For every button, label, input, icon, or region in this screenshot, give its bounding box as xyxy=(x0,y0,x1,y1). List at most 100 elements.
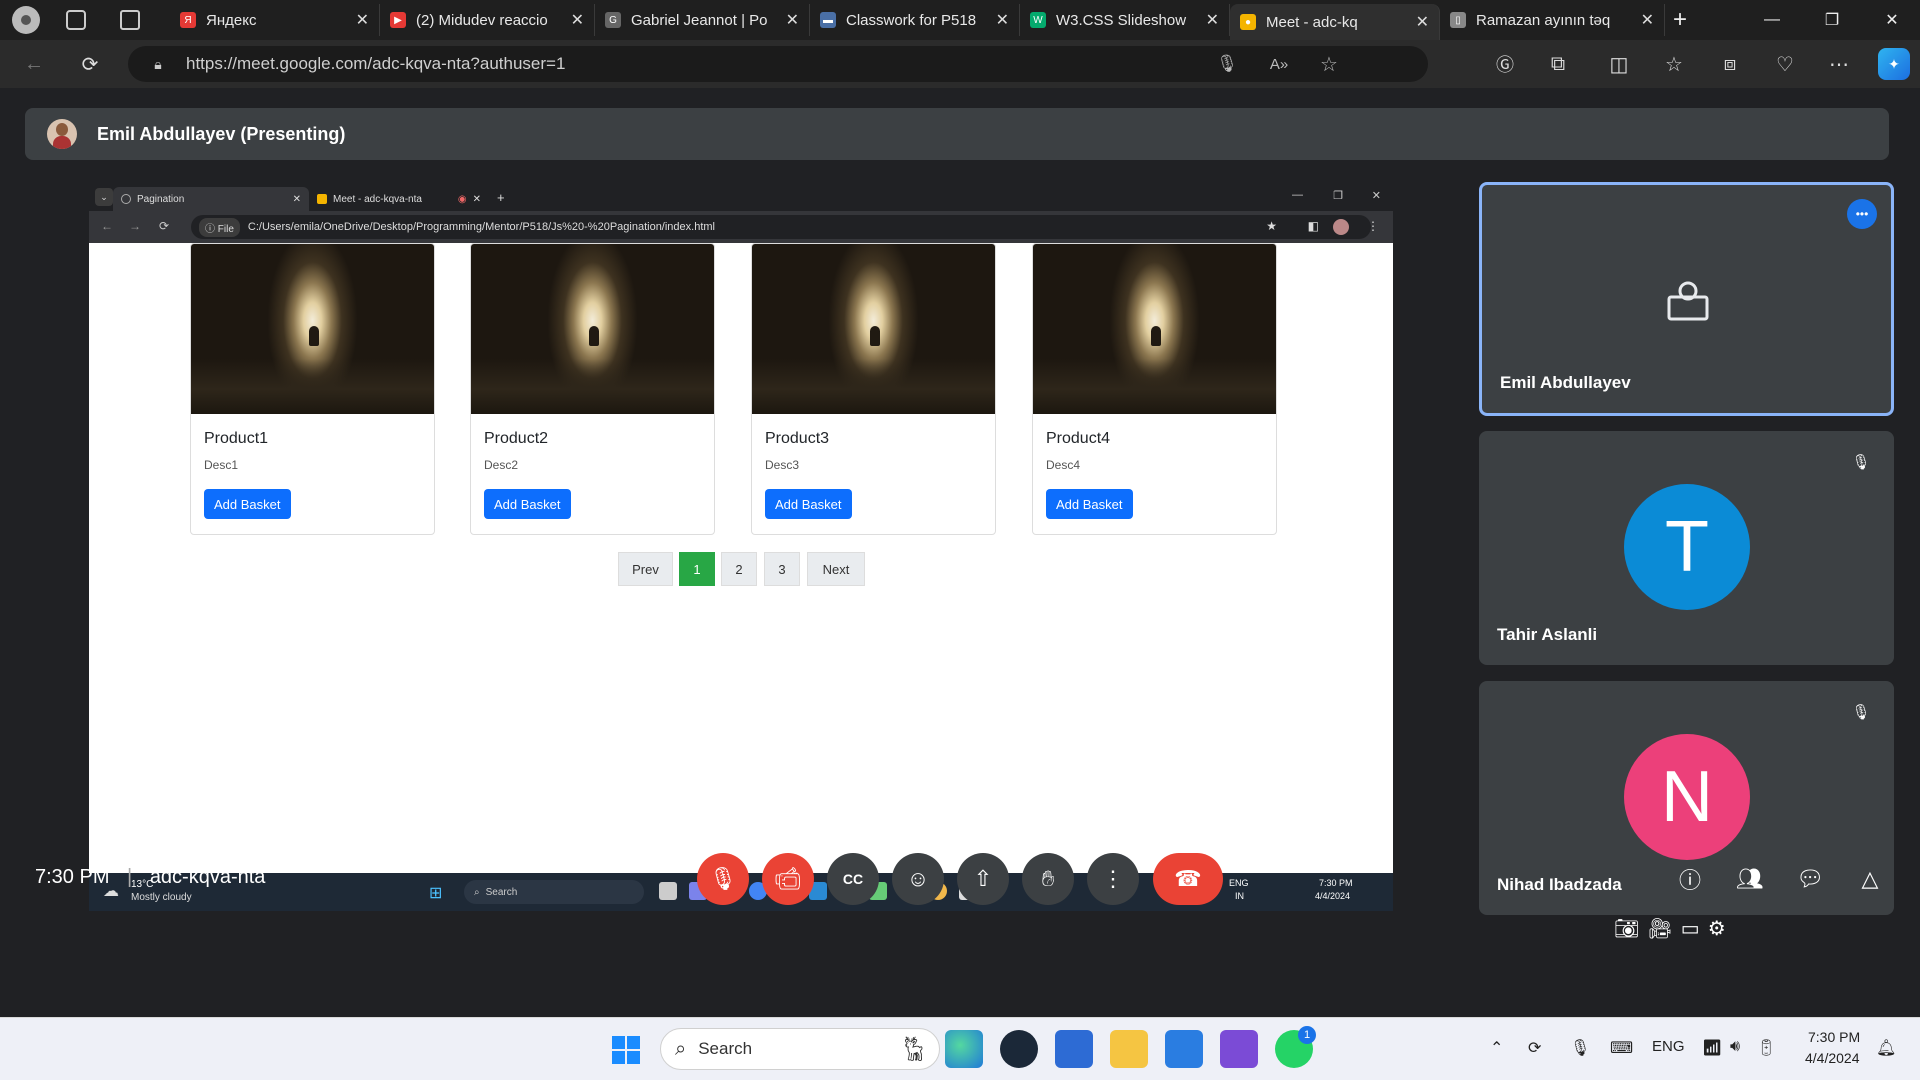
notification-badge: 1 xyxy=(1298,1026,1316,1044)
video-icon[interactable]: 🎥︎ xyxy=(1647,916,1672,941)
figure-silhouette xyxy=(309,326,319,346)
vertical-tabs-icon[interactable] xyxy=(120,10,140,30)
favorite-star-icon[interactable]: ☆ xyxy=(1318,53,1340,76)
input-language[interactable]: ENG xyxy=(1652,1038,1685,1055)
windows-start-icon[interactable] xyxy=(612,1036,640,1064)
browser-tab[interactable]: ▶ (2) Midudev reaccio ✕ xyxy=(380,4,595,36)
chat-icon[interactable]: 💬︎ xyxy=(1793,862,1827,896)
present-screen-button[interactable]: ⇧ xyxy=(957,853,1009,905)
microsoft-store-icon[interactable] xyxy=(1055,1030,1093,1068)
product-desc: Desc3 xyxy=(765,458,800,472)
browser-tab[interactable]: ▯ Ramazan ayının təq ✕ xyxy=(1440,4,1665,36)
chevron-up-icon[interactable]: ⌃ xyxy=(1490,1038,1503,1058)
mic-off-button[interactable]: 🎙︎ xyxy=(697,853,749,905)
clock-date[interactable]: 4/4/2024 xyxy=(1805,1050,1860,1066)
meeting-details-icon[interactable]: ⓘ xyxy=(1673,862,1707,896)
window-icon[interactable]: ▭ xyxy=(1681,916,1700,941)
back-icon[interactable]: ← xyxy=(18,48,50,80)
back-icon: ← xyxy=(101,219,113,233)
lock-icon[interactable]: 🔒︎ xyxy=(150,55,166,73)
browser-tab[interactable]: ● Meet - adc-kq ✕ xyxy=(1230,4,1440,40)
participant-tile-presenter[interactable]: ••• Emil Abdullayev xyxy=(1479,182,1894,416)
browser-tab[interactable]: Я Яндекс ✕ xyxy=(170,4,380,36)
microphone-icon[interactable]: 🎙︎ xyxy=(1570,1038,1590,1058)
microphone-icon[interactable]: 🎙︎ xyxy=(1216,53,1238,75)
steam-icon[interactable] xyxy=(1000,1030,1038,1068)
weather-text: Mostly cloudy xyxy=(131,892,192,903)
product-image xyxy=(1033,244,1276,414)
sync-icon[interactable]: ⟳ xyxy=(1528,1038,1541,1058)
volume-icon[interactable]: 🔊︎ xyxy=(1730,1038,1740,1056)
new-tab-button[interactable]: + xyxy=(1664,4,1696,36)
refresh-icon[interactable]: ⟳ xyxy=(74,48,106,80)
close-tab-icon[interactable]: ✕ xyxy=(996,10,1009,30)
grammarly-icon[interactable]: Ⓖ xyxy=(1489,48,1521,80)
close-tab-icon[interactable]: ✕ xyxy=(786,10,799,30)
minimize-button[interactable]: — xyxy=(1742,0,1802,40)
participant-tile[interactable]: 🎙︎ T Tahir Aslanli xyxy=(1479,431,1894,665)
split-screen-icon[interactable]: ◫ xyxy=(1603,48,1635,80)
mic-off-icon: 🎙︎ xyxy=(1851,704,1871,721)
copilot-icon[interactable]: ✦ xyxy=(1878,48,1910,80)
activities-icon[interactable]: △ xyxy=(1853,862,1887,896)
read-aloud-icon[interactable]: A» xyxy=(1268,53,1290,75)
product-card: Product1 Desc1 Add Basket xyxy=(190,243,435,535)
close-window-button[interactable]: ✕ xyxy=(1862,0,1920,40)
more-options-button[interactable]: ⋮ xyxy=(1087,853,1139,905)
tab-search-icon: ⌄ xyxy=(95,188,113,206)
camera-off-button[interactable]: 📹︎ xyxy=(762,853,814,905)
clock-time[interactable]: 7:30 PM xyxy=(1808,1029,1860,1045)
deer-illustration-icon: 🦌︎ xyxy=(898,1036,929,1063)
browser-tab[interactable]: ▬ Classwork for P518 ✕ xyxy=(810,4,1020,36)
emoji-button[interactable]: ☺ xyxy=(892,853,944,905)
browser-tab[interactable]: W W3.CSS Slideshow ✕ xyxy=(1020,4,1230,36)
product-card: Product4 Desc4 Add Basket xyxy=(1032,243,1277,535)
close-icon: ✕ xyxy=(292,193,301,205)
browser-tab[interactable]: G Gabriel Jeannot | Po ✕ xyxy=(595,4,810,36)
pagination-page: Product1 Desc1 Add Basket Product2 Desc2 Add … xyxy=(89,243,1393,863)
close-tab-icon[interactable]: ✕ xyxy=(356,10,369,30)
gear-icon[interactable]: ⚙ xyxy=(1708,916,1726,941)
close-tab-icon[interactable]: ✕ xyxy=(1416,12,1429,32)
close-tab-icon[interactable]: ✕ xyxy=(1206,10,1219,30)
product-card: Product2 Desc2 Add Basket xyxy=(470,243,715,535)
shared-address-row: ← → ⟳ ⓘ File C:/Users/emila/OneDrive/Des… xyxy=(89,211,1393,243)
battery-icon[interactable]: 🔋︎ xyxy=(1756,1038,1776,1058)
tab-favicon-icon: ● xyxy=(1240,14,1256,30)
browser-essentials-icon[interactable]: ♡ xyxy=(1769,48,1801,80)
captions-button[interactable]: CC xyxy=(827,853,879,905)
wifi-icon[interactable]: 📶︎ xyxy=(1702,1038,1722,1058)
favorites-icon[interactable]: ☆ xyxy=(1658,48,1690,80)
leave-call-button[interactable]: ☎ xyxy=(1153,853,1223,905)
raise-hand-button[interactable]: ✋︎ xyxy=(1022,853,1074,905)
workspaces-icon[interactable] xyxy=(66,10,86,30)
taskbar-search[interactable]: ⌕ Search 🦌︎ xyxy=(660,1028,940,1070)
current-time: 7:30 PM xyxy=(35,866,110,888)
more-menu-icon[interactable]: ⋯ xyxy=(1823,48,1855,80)
people-icon[interactable]: 👥︎ xyxy=(1733,862,1767,896)
camera-icon[interactable]: 📷︎ xyxy=(1614,916,1639,941)
mail-icon[interactable] xyxy=(1165,1030,1203,1068)
close-tab-icon[interactable]: ✕ xyxy=(1641,10,1654,30)
extensions-icon[interactable]: ⧉ xyxy=(1542,48,1574,80)
figure-silhouette xyxy=(589,326,599,346)
avatar xyxy=(1333,219,1349,235)
file-explorer-icon[interactable] xyxy=(1110,1030,1148,1068)
collections-icon[interactable]: ⧈ xyxy=(1714,48,1746,80)
browser-tab-strip: Я Яндекс ✕ ▶ (2) Midudev reaccio ✕ G Gabriel Je… xyxy=(0,0,1920,40)
edge-icon[interactable] xyxy=(945,1030,983,1068)
file-label: File xyxy=(217,223,234,235)
more-options-icon[interactable]: ••• xyxy=(1847,199,1877,229)
close-icon: ✕ xyxy=(472,193,481,205)
shared-address-bar: ⓘ File C:/Users/emila/OneDrive/Desktop/P… xyxy=(191,215,1371,239)
visual-studio-icon[interactable] xyxy=(1220,1030,1258,1068)
close-tab-icon[interactable]: ✕ xyxy=(571,10,584,30)
recording-icon: ◉ xyxy=(457,193,467,205)
add-basket-button: Add Basket xyxy=(1046,489,1133,519)
profile-icon[interactable] xyxy=(12,6,40,34)
restore-button[interactable]: ❐ xyxy=(1802,0,1862,40)
address-bar[interactable]: 🔒︎ https://meet.google.com/adc-kqva-nta?… xyxy=(128,46,1428,82)
notification-bell-icon[interactable]: 🔔︎ xyxy=(1876,1038,1896,1058)
keyboard-icon[interactable]: ⌨ xyxy=(1610,1038,1633,1058)
shared-tab-title: Meet - adc-kqva-nta xyxy=(333,193,422,205)
